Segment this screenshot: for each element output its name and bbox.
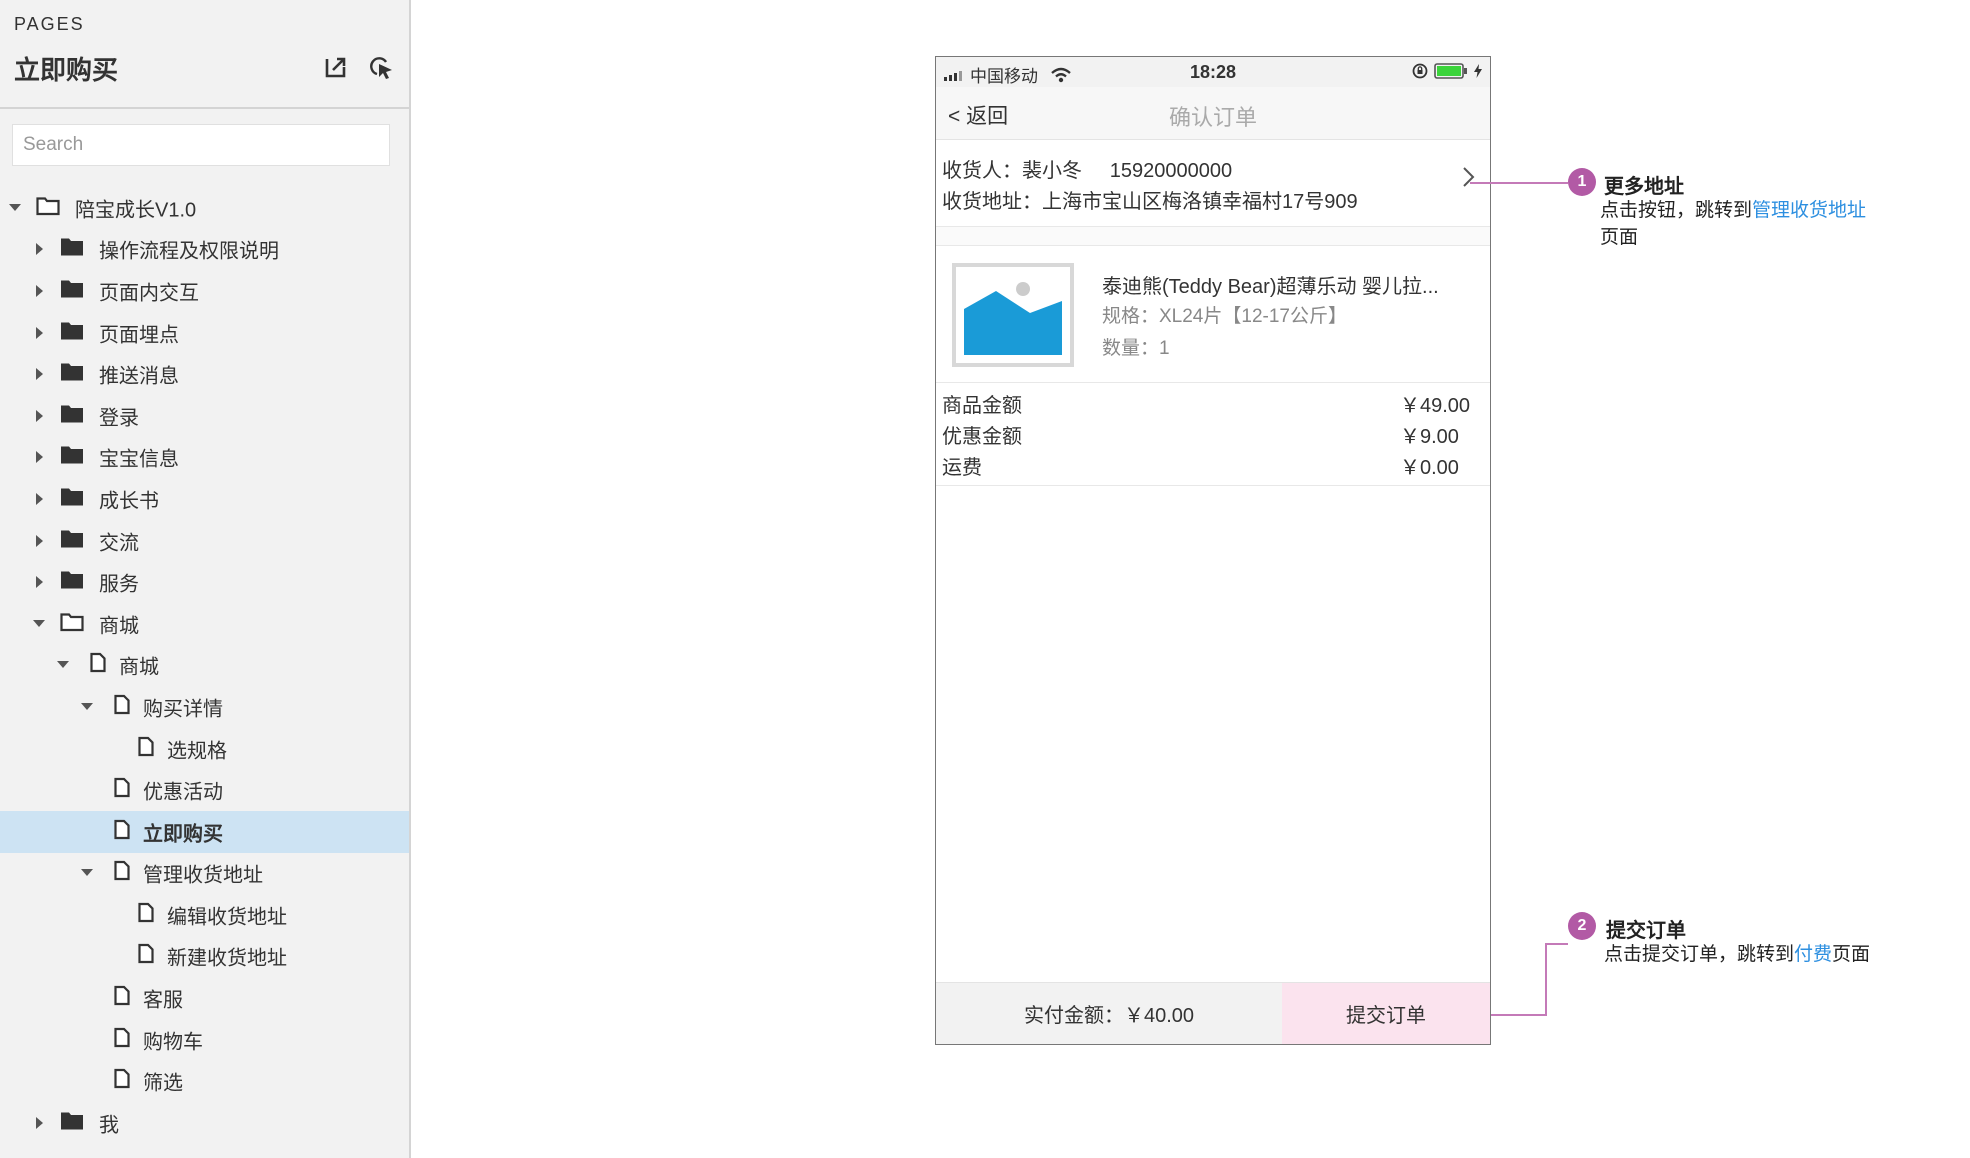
annotation-badge-1: 1 [1568,168,1596,196]
annotation-title-2: 提交订单 [1606,920,1686,942]
annotation-desc-2: 点击提交订单，跳转到付费页面 [1604,941,1944,968]
annotation-desc-1-prefix: 点击按钮，跳转到 [1600,200,1753,221]
annotation-title-1: 更多地址 [1604,176,1684,198]
annotation-desc-2-suffix: 页面 [1832,944,1871,965]
annotation-link-2[interactable]: 付费 [1794,944,1832,965]
annotation-desc-2-prefix: 点击提交订单，跳转到 [1604,944,1795,965]
annotation-desc-1-suffix: 页面 [1600,227,1639,248]
annotation-link-1[interactable]: 管理收货地址 [1752,200,1866,221]
annotation-desc-1: 点击按钮，跳转到管理收货地址页面 [1600,197,1930,251]
annotation-badge-2: 2 [1568,912,1596,940]
